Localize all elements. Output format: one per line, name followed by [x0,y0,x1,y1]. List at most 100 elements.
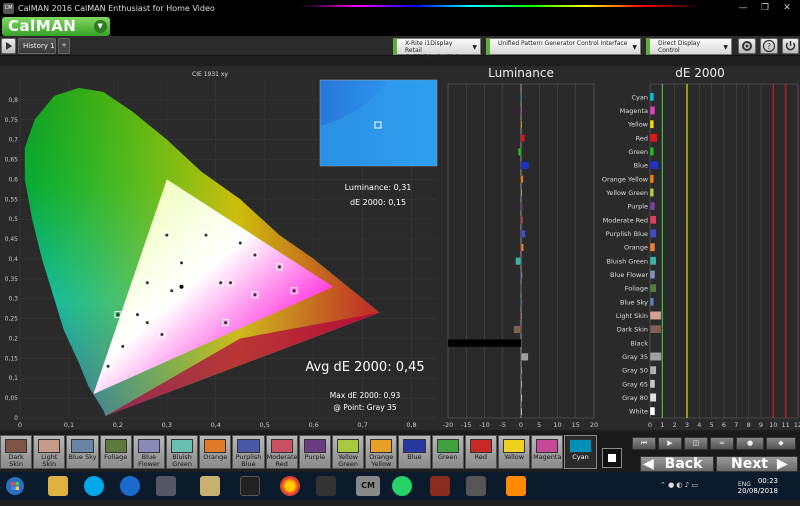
add-tab-button[interactable]: + [58,38,70,54]
swatch-color [270,439,293,453]
swatch-bluish-green[interactable]: Bluish Green [166,435,199,469]
skip-back-button[interactable]: ⏮ [632,437,656,450]
paint-icon[interactable] [200,476,220,496]
swatch-green[interactable]: Green [431,435,464,469]
swatch-magenta[interactable]: Magenta [531,435,564,469]
media-icon[interactable] [316,476,336,496]
swatch-cyan[interactable]: Cyan [564,435,597,469]
taskbar-clock[interactable]: 00:23 20/08/2018 [738,476,778,496]
cie-y-tick: 0,05 [5,395,19,402]
help-button[interactable]: ? [760,38,778,54]
de2000-category-label: Purplish Blue [606,230,648,238]
back-label: Back [664,456,703,472]
luminance-bar [517,147,522,156]
cie-measured-point [160,332,164,336]
swatch-light-skin[interactable]: Light Skin [33,435,66,469]
display-dropdown[interactable]: Direct Display Control ▼ [646,38,732,55]
luminance-bar [515,257,522,266]
capture-icon[interactable] [240,476,260,496]
cie-y-tick: 0,5 [8,216,18,223]
swatch-blue[interactable]: Blue [398,435,431,469]
cie-x-tick: 0,7 [357,421,367,429]
network-icon[interactable] [156,476,176,496]
tray-icons[interactable]: ⌃ ● ◐ ♪ ▭ [660,481,698,489]
explorer-icon[interactable] [48,476,68,496]
swatch-color [237,439,260,453]
cie-measured-point [145,321,149,325]
luminance-bar [520,298,523,307]
skype-icon[interactable] [84,476,104,496]
cie-measured-point [277,265,281,269]
cie-measured-point [219,281,223,285]
cie-measured-point [135,313,139,317]
power-button[interactable] [782,38,799,54]
cie-measured-point [116,313,120,317]
de2000-category-label: Magenta [620,107,648,115]
back-button[interactable]: ◀ Back [640,456,714,472]
logo-bar: CalMAN ▼ [0,16,800,36]
swatch-purple[interactable]: Purple [298,435,331,469]
close-button[interactable]: ✕ [776,0,798,16]
whatsapp-icon[interactable] [392,476,412,496]
luminance-bar [520,106,523,115]
cie-x-tick: 0,5 [260,421,270,429]
de2000-category-label: Blue Flower [610,271,648,279]
swatch-dark-skin[interactable]: Dark Skin [0,435,33,469]
settings-button[interactable] [738,38,756,54]
start-icon[interactable] [4,475,26,497]
luminance-bar [520,120,523,129]
swatch-color [204,439,227,453]
swatch-label: Blue Sky [68,453,97,461]
play-button[interactable]: ▶ [658,437,682,450]
de2000-x-tick: 3 [685,421,689,429]
swatch-purplish-blue[interactable]: Purplish Blue [232,435,265,469]
maximize-button[interactable]: ❐ [754,0,776,16]
swatch-yellow-green[interactable]: Yellow Green [332,435,365,469]
swatch-orange-yellow[interactable]: Orange Yellow [365,435,398,469]
swatch-blue-sky[interactable]: Blue Sky [66,435,99,469]
chevron-down-icon: ▼ [632,44,637,51]
de2000-category-label: Red [636,134,648,142]
swatch-label: Bluish Green [172,453,192,468]
swatch-orange[interactable]: Orange [199,435,232,469]
generator-dropdown[interactable]: Unified Pattern Generator Control Interf… [486,38,641,55]
minimize-button[interactable]: — [732,0,754,16]
next-label: Next [731,456,768,472]
calman-taskbar-icon[interactable]: CM [356,476,380,496]
next-button[interactable]: Next ▶ [716,456,798,472]
record-button[interactable]: ● [736,437,764,450]
de2000-x-tick: 0 [648,421,652,429]
luminance-bar [520,366,523,375]
cie-inset-zoom [319,79,438,167]
calman-logo-button[interactable]: CalMAN ▼ [2,17,110,36]
tab-history-1[interactable]: History 1 [18,38,56,54]
dismiss-button[interactable]: ◆ [766,437,796,450]
swatch-foliage[interactable]: Foliage [99,435,132,469]
app-icon-red[interactable] [430,476,450,496]
swatch-moderate-red[interactable]: Moderate Red [265,435,298,469]
cie-measured-point [253,293,257,297]
cie-avg-de-label: Avg dE 2000: 0,45 [305,360,424,375]
swatch-yellow[interactable]: Yellow [498,435,531,469]
stop-button[interactable] [602,448,622,468]
swatch-label: Blue [407,453,422,461]
cie-measured-point [106,364,110,368]
de2000-x-tick: 1 [660,421,664,429]
luminance-bar [520,270,523,279]
cie-measured-point [180,261,184,265]
luminance-x-tick: 10 [553,421,561,429]
de2000-bar [649,147,654,156]
teamviewer-icon[interactable] [120,476,140,496]
play-sidebar-button[interactable] [1,38,16,54]
app-icon-gray[interactable] [466,476,486,496]
measure-button[interactable]: ◫ [684,437,708,450]
de2000-x-tick: 9 [759,421,763,429]
meter-dropdown[interactable]: X-Rite i1Display Retail OLED B6 - Profil… [393,38,481,61]
swatch-blue-flower[interactable]: Blue Flower [132,435,165,469]
color-swatch-bar: Dark Skin Light Skin Blue Sky Foliage Blue F… [0,432,598,470]
swatch-red[interactable]: Red [464,435,497,469]
swatch-label: Dark Skin [8,453,24,468]
app-icon-orange[interactable] [506,476,526,496]
chrome-icon[interactable] [280,476,300,496]
loop-button[interactable]: ∞ [710,437,734,450]
